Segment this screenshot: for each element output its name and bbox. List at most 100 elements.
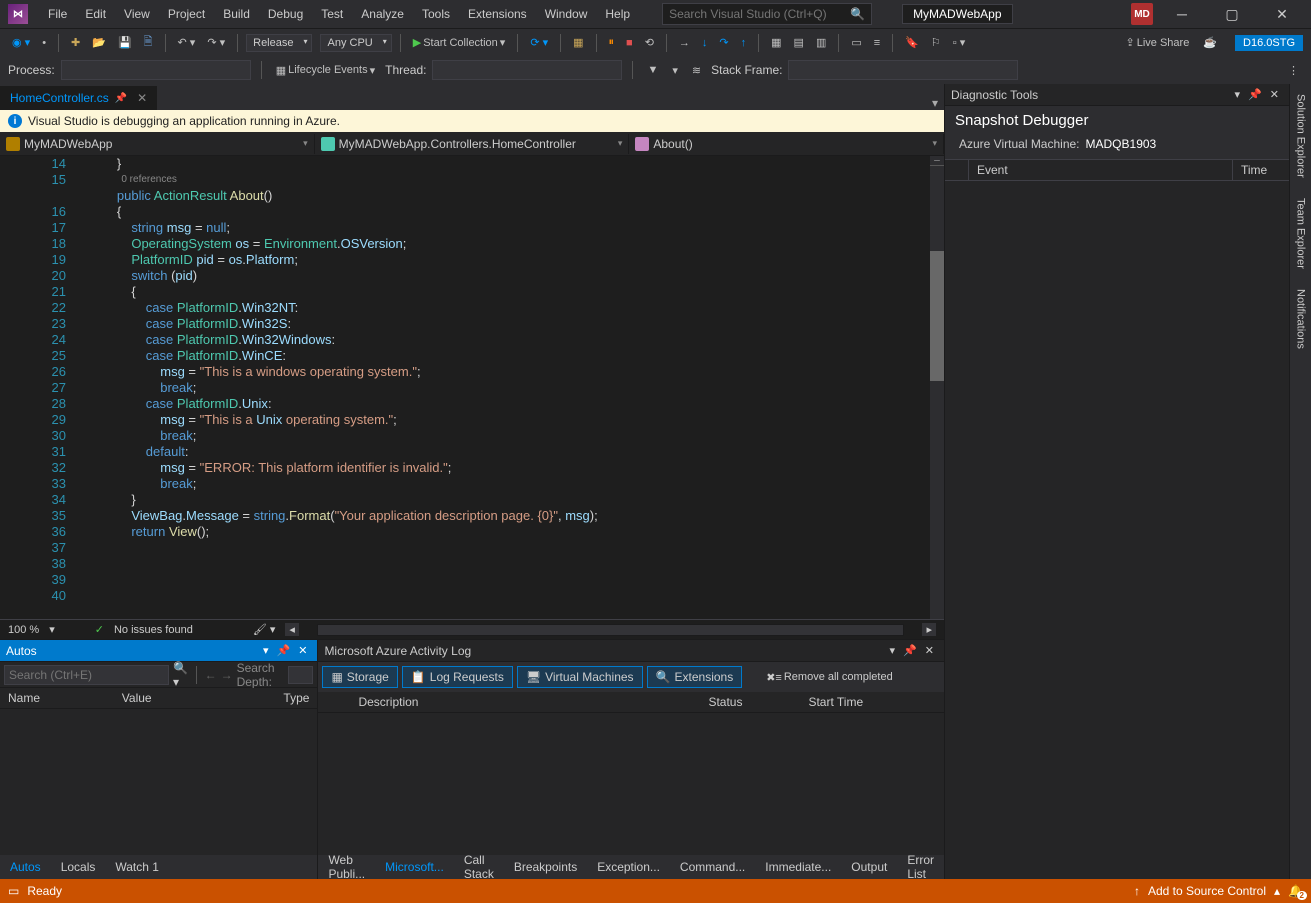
misc3-icon[interactable]: ▥ (812, 34, 830, 51)
tab-microsoft-[interactable]: Microsoft... (381, 857, 448, 877)
tab-command-[interactable]: Command... (676, 857, 749, 877)
diag-pin-icon[interactable]: 📌 (1244, 88, 1266, 101)
misc4-icon[interactable]: ▭ (847, 34, 865, 51)
tab-watch-1[interactable]: Watch 1 (111, 857, 163, 877)
filter-icon[interactable]: ▼ (643, 62, 662, 78)
autos-close-icon[interactable]: ✕ (294, 644, 311, 657)
diag-col-event[interactable]: Event (969, 160, 1233, 180)
autos-header[interactable]: Autos ▾ 📌 ✕ (0, 640, 317, 662)
solution-name[interactable]: MyMADWebApp (902, 4, 1012, 24)
misc-icon[interactable]: ▦ (767, 34, 785, 51)
side-tab-team-explorer[interactable]: Team Explorer (1293, 188, 1309, 279)
menu-extensions[interactable]: Extensions (460, 3, 535, 25)
pin-icon[interactable]: 📌 (115, 93, 127, 104)
azure-vms-toggle[interactable]: 🖥 Virtual Machines (517, 666, 643, 688)
save-icon[interactable]: 💾 (114, 34, 136, 51)
diag-col-time[interactable]: Time (1233, 160, 1289, 180)
azure-col-status[interactable]: Status (700, 692, 800, 712)
thread-combo[interactable] (432, 60, 622, 80)
forward-icon[interactable]: • (38, 35, 50, 51)
notifications-button[interactable]: 🔔2 (1288, 884, 1303, 898)
tab-breakpoints[interactable]: Breakpoints (510, 857, 581, 877)
config-combo[interactable]: Release (246, 34, 312, 52)
azure-col-icon[interactable] (318, 692, 350, 712)
stackframe-combo[interactable] (788, 60, 1018, 80)
global-search-input[interactable] (669, 7, 850, 21)
azure-col-start[interactable]: Start Time (800, 692, 944, 712)
editor-scrollbar[interactable]: ─ (930, 156, 944, 619)
azure-remove-button[interactable]: ✖≡ Remove all completed (762, 666, 896, 688)
autos-col-name[interactable]: Name (0, 688, 114, 708)
autos-col-value[interactable]: Value (114, 688, 276, 708)
menu-help[interactable]: Help (597, 3, 638, 25)
tab-dropdown-icon[interactable]: ▾ (932, 96, 938, 110)
zoom-level[interactable]: 100 % (8, 624, 39, 636)
autos-search-input[interactable] (4, 665, 169, 685)
chevron-up-icon[interactable]: ▴ (1274, 884, 1280, 898)
scroll-right-icon[interactable]: ▸ (922, 623, 936, 636)
menu-file[interactable]: File (40, 3, 75, 25)
menu-tools[interactable]: Tools (414, 3, 458, 25)
menu-test[interactable]: Test (313, 3, 351, 25)
side-tab-notifications[interactable]: Notifications (1293, 279, 1309, 359)
step-out-icon[interactable]: ↑ (737, 35, 751, 51)
tab-locals[interactable]: Locals (57, 857, 100, 877)
step-icon[interactable]: → (675, 35, 694, 51)
nav-class-combo[interactable]: MyMADWebApp.Controllers.HomeController (315, 134, 630, 154)
publish-icon[interactable]: ↑ (1134, 884, 1140, 898)
azure-col-desc[interactable]: Description (350, 692, 700, 712)
browser-link-icon[interactable]: ▦ (569, 34, 587, 51)
menu-view[interactable]: View (116, 3, 158, 25)
live-share-button[interactable]: ⇪ Live Share (1122, 34, 1194, 51)
menu-window[interactable]: Window (537, 3, 596, 25)
scroll-left-icon[interactable]: ◂ (285, 623, 299, 636)
stack-icon[interactable]: ≋ (688, 62, 705, 79)
azure-storage-toggle[interactable]: ▦ Storage (322, 666, 397, 688)
menu-edit[interactable]: Edit (77, 3, 114, 25)
tag-icon[interactable]: ▫ ▾ (949, 34, 969, 51)
menu-build[interactable]: Build (215, 3, 258, 25)
azure-logreq-toggle[interactable]: 📋 Log Requests (402, 666, 513, 688)
bookmark-icon[interactable]: 🔖 (901, 34, 923, 51)
process-combo[interactable] (61, 60, 251, 80)
save-all-icon[interactable]: 🗎 (140, 31, 157, 54)
autos-left-icon[interactable]: ← (205, 668, 217, 682)
maximize-button[interactable]: ▢ (1211, 0, 1253, 28)
diag-close-icon[interactable]: ✕ (1266, 88, 1283, 101)
menu-analyze[interactable]: Analyze (353, 3, 412, 25)
azure-header[interactable]: Microsoft Azure Activity Log ▾ 📌 ✕ (318, 640, 944, 662)
feedback-icon[interactable]: ☕ (1199, 34, 1221, 51)
refresh-icon[interactable]: ⟳ ▾ (526, 34, 552, 51)
lifecycle-button[interactable]: ▦ Lifecycle Events ▾ (272, 62, 379, 79)
nav-method-combo[interactable]: About() (629, 134, 944, 154)
stop-icon[interactable]: ■ (622, 35, 637, 51)
start-button[interactable]: ▶ Start Collection ▾ (409, 34, 510, 51)
nav-project-combo[interactable]: MyMADWebApp (0, 134, 315, 154)
autos-dropdown-icon[interactable]: ▾ (259, 644, 273, 657)
brush-icon[interactable]: 🖌 ▾ (253, 623, 276, 636)
diag-header[interactable]: Diagnostic Tools ▾ 📌 ✕ (945, 84, 1289, 106)
tab-exception-[interactable]: Exception... (593, 857, 664, 877)
platform-combo[interactable]: Any CPU (320, 34, 391, 52)
back-icon[interactable]: ◉ ▾ (8, 34, 34, 51)
filter2-icon[interactable]: ▾ (668, 62, 682, 79)
redo-icon[interactable]: ↷ ▾ (203, 34, 229, 51)
flag-icon[interactable]: ⚐ (927, 34, 945, 51)
editor-hscroll[interactable] (317, 624, 905, 636)
close-button[interactable]: ✕ (1261, 0, 1303, 28)
tab-immediate-[interactable]: Immediate... (761, 857, 835, 877)
source-control-button[interactable]: Add to Source Control (1148, 884, 1266, 898)
undo-icon[interactable]: ↶ ▾ (174, 34, 200, 51)
code-editor[interactable]: 1415 16171819202122232425262728293031323… (0, 156, 944, 619)
autos-depth-combo[interactable] (288, 666, 313, 684)
misc5-icon[interactable]: ≡ (870, 35, 884, 51)
tab-autos[interactable]: Autos (6, 857, 45, 877)
side-tab-solution-explorer[interactable]: Solution Explorer (1293, 84, 1309, 188)
autos-right-icon[interactable]: → (221, 668, 233, 682)
azure-pin-icon[interactable]: 📌 (899, 644, 921, 657)
azure-dropdown-icon[interactable]: ▾ (886, 644, 900, 657)
overflow-icon[interactable]: ⋮ (1284, 62, 1303, 79)
autos-col-type[interactable]: Type (275, 688, 317, 708)
global-search[interactable]: 🔍 (662, 3, 872, 25)
tab-output[interactable]: Output (847, 857, 891, 877)
